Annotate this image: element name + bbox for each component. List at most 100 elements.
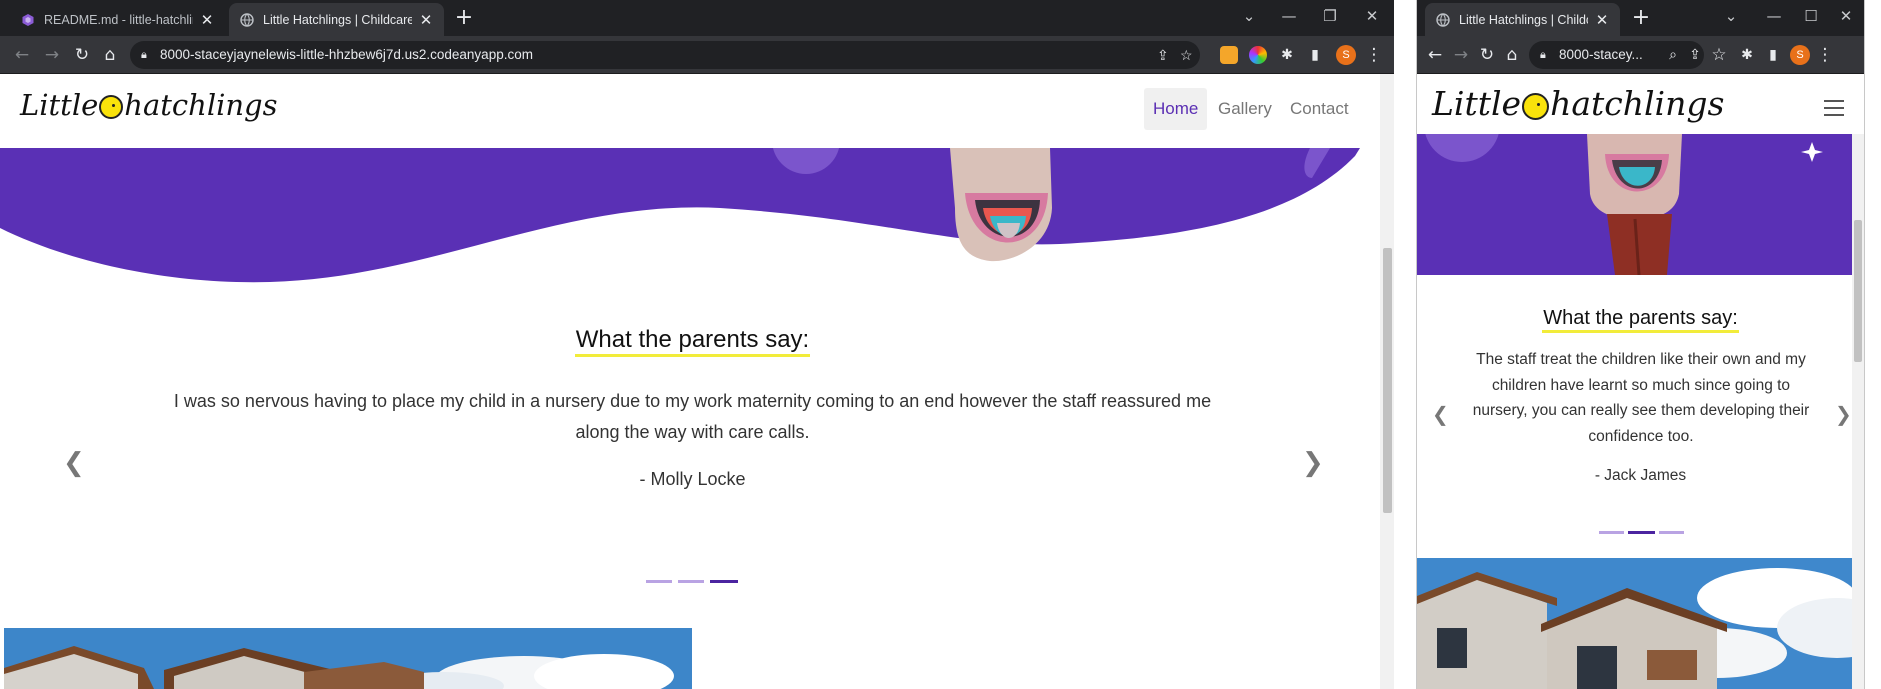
forward-icon[interactable]: → <box>1451 45 1471 65</box>
share-icon[interactable]: ⇪ <box>1685 45 1705 65</box>
toolbar: ← → ↻ ⌂ 🔒︎ 8000-stacey... ⌕ ⇪ ☆ ✱ ▮ S ⋮ <box>1417 36 1864 74</box>
site-navbar: Little hatchlings <box>1417 74 1864 134</box>
tab-search-icon[interactable]: ⌄ <box>1235 4 1263 28</box>
testimonial-heading-text: What the parents say: <box>574 326 811 357</box>
lock-icon: 🔒︎ <box>141 49 147 61</box>
browser-window-mobile: Little Hatchlings | Childcare Nu ✕ + ⌄ —… <box>1416 0 1865 689</box>
browser-window-desktop: README.md - little-hatchlings - G ✕ Litt… <box>0 0 1394 689</box>
carousel-indicator[interactable] <box>646 580 672 583</box>
home-icon[interactable]: ⌂ <box>1502 45 1522 65</box>
testimonial-heading-text: What the parents say: <box>1542 307 1739 333</box>
logo-text-hatchlings: hatchlings <box>1550 84 1725 123</box>
logo-text-little: Little <box>1432 84 1522 123</box>
carousel-indicator[interactable] <box>678 580 704 583</box>
minimize-icon[interactable]: — <box>1760 4 1788 28</box>
hero-wave-graphic <box>0 148 1360 283</box>
carousel-prev-icon[interactable]: ❮ <box>63 448 85 478</box>
tab-strip: README.md - little-hatchlings - G ✕ Litt… <box>0 0 1394 36</box>
close-tab-icon[interactable]: ✕ <box>199 11 215 29</box>
tab-little-hatchlings[interactable]: Little Hatchlings | Childcare Nurs ✕ <box>229 3 444 36</box>
site-navbar: Little hatchlings Home Gallery Contact <box>0 74 1380 148</box>
testimonial-author: - Molly Locke <box>639 469 746 489</box>
bookmark-star-icon[interactable]: ☆ <box>1180 41 1193 69</box>
webpage: Little hatchlings Home Gallery Contact W… <box>0 74 1394 689</box>
tab-readme[interactable]: README.md - little-hatchlings - G ✕ <box>10 3 225 36</box>
page-scrollbar[interactable] <box>1380 74 1394 689</box>
logo-text-little: Little <box>20 88 99 122</box>
globe-icon <box>1435 12 1450 27</box>
side-panel-icon[interactable]: ▮ <box>1763 45 1783 65</box>
hamburger-menu-icon[interactable] <box>1824 100 1844 116</box>
share-icon[interactable]: ⇪ <box>1157 41 1169 69</box>
site-logo[interactable]: Little hatchlings <box>1432 84 1724 123</box>
reload-icon[interactable]: ↻ <box>1477 45 1497 65</box>
carousel-indicator[interactable] <box>1599 531 1624 534</box>
bookmark-star-icon[interactable]: ☆ <box>1709 45 1729 65</box>
toolbar: ← → ↻ ⌂ 🔒︎ 8000-staceyjaynelewis-little-… <box>0 36 1394 74</box>
carousel-indicator-active[interactable] <box>1628 531 1655 534</box>
tab-little-hatchlings[interactable]: Little Hatchlings | Childcare Nu ✕ <box>1425 3 1620 36</box>
close-window-icon[interactable]: ✕ <box>1832 4 1860 28</box>
minimize-icon[interactable]: — <box>1275 4 1303 28</box>
profile-avatar[interactable]: S <box>1336 45 1356 65</box>
page-scrollbar[interactable] <box>1852 74 1864 689</box>
tab-title: README.md - little-hatchlings - G <box>44 12 193 27</box>
forward-icon[interactable]: → <box>42 45 62 65</box>
new-tab-icon[interactable]: + <box>1629 6 1653 30</box>
hero-image <box>0 148 1380 288</box>
close-tab-icon[interactable]: ✕ <box>1594 11 1610 29</box>
globe-icon <box>239 12 254 27</box>
testimonial-heading: What the parents say: <box>0 326 1385 357</box>
chick-logo-icon <box>1522 92 1550 120</box>
scrollbar-thumb[interactable] <box>1854 220 1862 362</box>
testimonial-heading: What the parents say: <box>1417 307 1864 333</box>
carousel-indicator-active[interactable] <box>710 580 738 583</box>
maximize-icon[interactable]: ☐ <box>1797 4 1825 28</box>
side-panel-icon[interactable]: ▮ <box>1305 45 1325 65</box>
tab-search-icon[interactable]: ⌄ <box>1717 4 1745 28</box>
carousel-next-icon[interactable]: ❯ <box>1835 402 1852 426</box>
chick-logo-icon <box>99 95 124 119</box>
menu-kebab-icon[interactable]: ⋮ <box>1815 45 1835 65</box>
testimonial-author: - Jack James <box>1594 467 1687 484</box>
color-picker-extension-icon[interactable] <box>1249 46 1267 64</box>
desktop: README.md - little-hatchlings - G ✕ Litt… <box>0 0 1881 689</box>
nursery-building-image <box>1417 558 1864 689</box>
home-icon[interactable]: ⌂ <box>100 45 120 65</box>
testimonial-quote: I was so nervous having to place my chil… <box>173 391 1212 442</box>
nav-contact[interactable]: Contact <box>1281 88 1358 130</box>
address-bar[interactable]: 🔒︎ 8000-staceyjaynelewis-little-hhzbew6j… <box>130 41 1200 69</box>
tab-strip: Little Hatchlings | Childcare Nu ✕ + ⌄ —… <box>1417 0 1864 36</box>
tab-title: Little Hatchlings | Childcare Nurs <box>263 12 412 27</box>
profile-avatar[interactable]: S <box>1790 45 1810 65</box>
logo-text-hatchlings: hatchlings <box>124 88 278 122</box>
webpage: Little hatchlings What the parents say: … <box>1417 74 1864 689</box>
close-window-icon[interactable]: ✕ <box>1358 4 1386 28</box>
site-logo[interactable]: Little hatchlings <box>20 88 278 122</box>
new-tab-icon[interactable]: + <box>452 6 476 30</box>
url-text: 8000-staceyjaynelewis-little-hhzbew6j7d.… <box>160 47 533 62</box>
carousel-prev-icon[interactable]: ❮ <box>1432 402 1449 426</box>
testimonial-quote: The staff treat the children like their … <box>1472 351 1810 445</box>
carousel-next-icon[interactable]: ❯ <box>1302 448 1324 478</box>
zoom-icon[interactable]: ⌕ <box>1663 45 1683 65</box>
restore-icon[interactable]: ❐ <box>1316 4 1344 28</box>
extensions-puzzle-icon[interactable]: ✱ <box>1277 45 1297 65</box>
extensions-puzzle-icon[interactable]: ✱ <box>1737 45 1757 65</box>
close-tab-icon[interactable]: ✕ <box>418 11 434 29</box>
tab-title: Little Hatchlings | Childcare Nu <box>1459 12 1588 27</box>
hero-image <box>1417 134 1864 275</box>
nav-gallery[interactable]: Gallery <box>1209 88 1281 130</box>
url-text: 8000-stacey... <box>1559 47 1643 62</box>
reload-icon[interactable]: ↻ <box>72 45 92 65</box>
nav-home[interactable]: Home <box>1144 88 1208 130</box>
scrollbar-thumb[interactable] <box>1383 248 1392 513</box>
carousel-indicator[interactable] <box>1659 531 1684 534</box>
lock-icon: 🔒︎ <box>1540 49 1546 61</box>
nursery-building-image <box>4 628 692 689</box>
grammarly-extension-icon[interactable] <box>1220 46 1238 64</box>
menu-kebab-icon[interactable]: ⋮ <box>1364 45 1384 65</box>
back-icon[interactable]: ← <box>12 45 32 65</box>
back-icon[interactable]: ← <box>1425 45 1445 65</box>
gitpod-icon <box>20 12 35 27</box>
